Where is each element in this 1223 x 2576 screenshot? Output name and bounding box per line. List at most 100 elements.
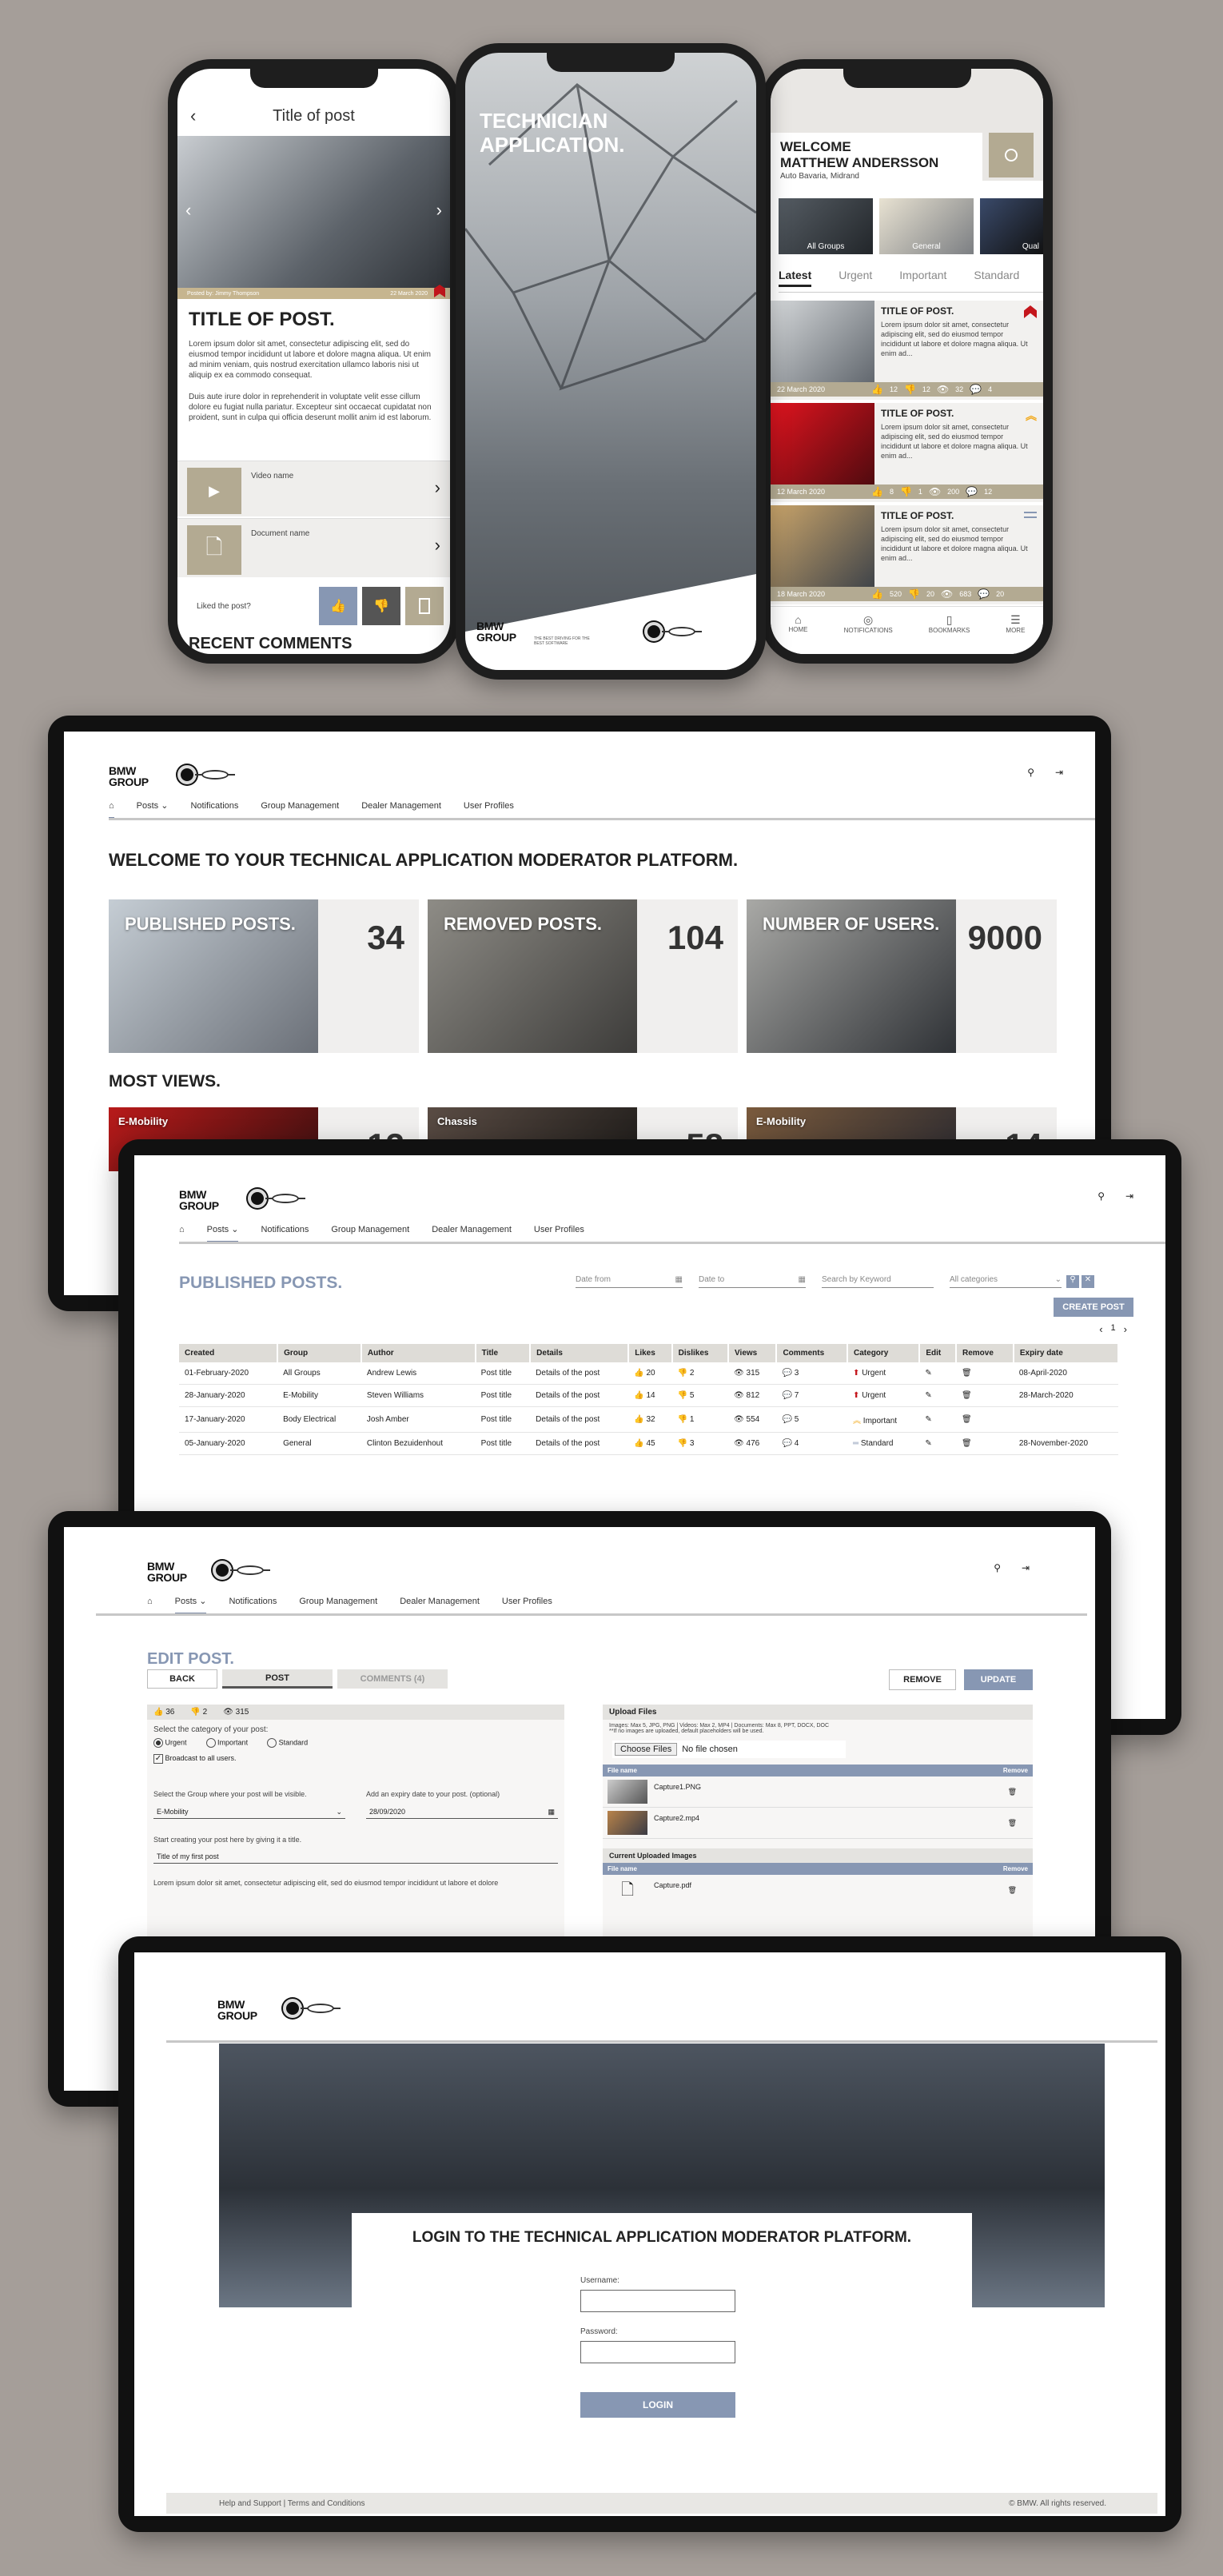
search-button[interactable] — [989, 133, 1034, 177]
comments-tab[interactable]: COMMENTS (4) — [337, 1669, 448, 1689]
home-icon[interactable]: ⌂ — [179, 1225, 185, 1234]
feed-post-3[interactable]: TITLE OF POST. Lorem ipsum dolor sit ame… — [771, 505, 1043, 604]
nav-notifications[interactable]: Notifications — [229, 1597, 277, 1606]
stat-published[interactable]: PUBLISHED POSTS. 34 — [109, 899, 419, 1053]
group-card-all[interactable]: All Groups — [779, 198, 873, 254]
nav-user-profiles[interactable]: User Profiles — [502, 1597, 552, 1606]
nav-user-profiles[interactable]: User Profiles — [534, 1225, 584, 1234]
edit-icon[interactable]: ✎ — [919, 1432, 956, 1455]
title-input[interactable]: Title of my first post — [153, 1850, 558, 1864]
nav-posts[interactable]: Posts ⌄ — [174, 1596, 207, 1615]
logout-icon[interactable]: ⇥ — [1125, 1190, 1133, 1202]
nav-group-management[interactable]: Group Management — [331, 1225, 409, 1234]
next-page-icon[interactable]: › — [1124, 1323, 1127, 1335]
home-icon[interactable]: ⌂ — [109, 801, 114, 819]
login-button[interactable]: LOGIN — [580, 2392, 735, 2418]
col-views[interactable]: Views — [728, 1344, 778, 1362]
choose-files-button[interactable]: Choose Files — [615, 1743, 678, 1756]
like-button[interactable]: 👍 — [319, 587, 357, 625]
nav-user-profiles[interactable]: User Profiles — [464, 801, 514, 811]
nav-dealer-management[interactable]: Dealer Management — [361, 801, 441, 811]
trash-icon[interactable]: 🗑 — [956, 1432, 1014, 1455]
username-input[interactable] — [580, 2290, 735, 2312]
logout-icon[interactable]: ⇥ — [1022, 1562, 1030, 1573]
edit-icon[interactable]: ✎ — [919, 1362, 956, 1385]
group-card-qual[interactable]: Qual — [980, 198, 1043, 254]
group-select[interactable]: E-Mobility ⌄ — [153, 1806, 345, 1819]
bookmark-button[interactable] — [405, 587, 444, 625]
prev-image-icon[interactable]: ‹ — [185, 200, 191, 221]
update-button[interactable]: UPDATE — [964, 1669, 1033, 1690]
user-icon[interactable]: ⚲ — [1098, 1190, 1105, 1202]
tab-standard[interactable]: Standard — [974, 269, 1019, 287]
feed-post-2[interactable]: TITLE OF POST. ︽ Lorem ipsum dolor sit a… — [771, 403, 1043, 502]
nav-dealer-management[interactable]: Dealer Management — [432, 1225, 512, 1234]
radio-important[interactable]: Important — [205, 1738, 248, 1748]
trash-icon[interactable]: 🗑 — [956, 1406, 1014, 1433]
video-row[interactable]: ▶ Video name › — [177, 461, 450, 516]
date-to-input[interactable]: Date to ▦ — [699, 1275, 806, 1288]
col-expiry[interactable]: Expiry date — [1013, 1344, 1120, 1362]
logout-icon[interactable]: ⇥ — [1055, 767, 1063, 778]
nav-group-management[interactable]: Group Management — [299, 1597, 377, 1606]
tab-latest[interactable]: Latest — [779, 269, 812, 287]
col-dislikes[interactable]: Dislikes — [671, 1344, 730, 1362]
post-tab[interactable]: POST — [222, 1669, 333, 1689]
keyword-search-input[interactable]: Search by Keyword — [822, 1275, 934, 1288]
col-title[interactable]: Title — [475, 1344, 532, 1362]
nav-notifications[interactable]: Notifications — [261, 1225, 309, 1234]
user-icon[interactable]: ⚲ — [1027, 767, 1034, 778]
trash-icon[interactable]: 🗑 — [1008, 1819, 1017, 1828]
nav-notifications[interactable]: ◎ NOTIFICATIONS — [844, 613, 893, 654]
stat-users[interactable]: NUMBER OF USERS. 9000 — [747, 899, 1057, 1053]
body-input[interactable]: Lorem ipsum dolor sit amet, consectetur … — [147, 1867, 564, 1900]
col-created[interactable]: Created — [179, 1344, 279, 1362]
home-icon[interactable]: ⌂ — [147, 1597, 153, 1606]
trash-icon[interactable]: 🗑 — [1008, 1886, 1017, 1895]
document-row[interactable]: 🗋 Document name › — [177, 518, 450, 577]
category-select[interactable]: All categories ⌄ — [950, 1275, 1062, 1288]
col-category[interactable]: Category — [847, 1344, 921, 1362]
nav-more[interactable]: ☰ MORE — [1006, 613, 1025, 654]
back-chevron-icon[interactable]: ‹ — [190, 106, 196, 126]
remove-button[interactable]: REMOVE — [889, 1669, 956, 1690]
clear-button[interactable]: ✕ — [1082, 1275, 1094, 1288]
nav-dealer-management[interactable]: Dealer Management — [400, 1597, 480, 1606]
radio-standard[interactable]: Standard — [267, 1738, 308, 1748]
tab-important[interactable]: Important — [899, 269, 946, 287]
next-image-icon[interactable]: › — [436, 200, 442, 221]
password-input[interactable] — [580, 2341, 735, 2363]
stat-removed[interactable]: REMOVED POSTS. 104 — [428, 899, 738, 1053]
create-post-button[interactable]: CREATE POST — [1054, 1298, 1133, 1317]
prev-page-icon[interactable]: ‹ — [1099, 1323, 1102, 1335]
footer-links[interactable]: Help and Support | Terms and Conditions — [219, 2499, 365, 2508]
tab-urgent[interactable]: Urgent — [839, 269, 872, 287]
trash-icon[interactable]: 🗑 — [956, 1362, 1014, 1385]
date-from-input[interactable]: Date from ▦ — [576, 1275, 683, 1288]
user-icon[interactable]: ⚲ — [994, 1562, 1001, 1573]
back-button[interactable]: BACK — [147, 1669, 217, 1689]
nav-bookmarks[interactable]: ▯ BOOKMARKS — [929, 613, 970, 654]
trash-icon[interactable]: 🗑 — [1008, 1788, 1017, 1796]
col-details[interactable]: Details — [530, 1344, 630, 1362]
radio-urgent[interactable]: Urgent — [153, 1738, 187, 1748]
expiry-input[interactable]: 28/09/2020 ▦ — [366, 1806, 558, 1819]
edit-icon[interactable]: ✎ — [919, 1406, 956, 1433]
col-likes[interactable]: Likes — [628, 1344, 673, 1362]
col-group[interactable]: Group — [277, 1344, 362, 1362]
nav-group-management[interactable]: Group Management — [261, 801, 339, 811]
edit-icon[interactable]: ✎ — [919, 1384, 956, 1407]
trash-icon[interactable]: 🗑 — [956, 1384, 1014, 1407]
nav-posts[interactable]: Posts ⌄ — [206, 1224, 239, 1243]
col-author[interactable]: Author — [361, 1344, 476, 1362]
feed-post-1[interactable]: TITLE OF POST. Lorem ipsum dolor sit ame… — [771, 301, 1043, 400]
nav-notifications[interactable]: Notifications — [190, 801, 238, 811]
nav-home[interactable]: ⌂ HOME — [789, 613, 808, 654]
search-button[interactable]: ⚲ — [1066, 1275, 1079, 1288]
group-card-general[interactable]: General — [879, 198, 974, 254]
dislike-button[interactable]: 👎 — [362, 587, 400, 625]
broadcast-checkbox[interactable]: ✓ Broadcast to all users. — [147, 1749, 564, 1769]
bmw-roundel-icon — [644, 622, 663, 641]
nav-posts[interactable]: Posts ⌄ — [137, 800, 169, 811]
col-comments[interactable]: Comments — [776, 1344, 849, 1362]
